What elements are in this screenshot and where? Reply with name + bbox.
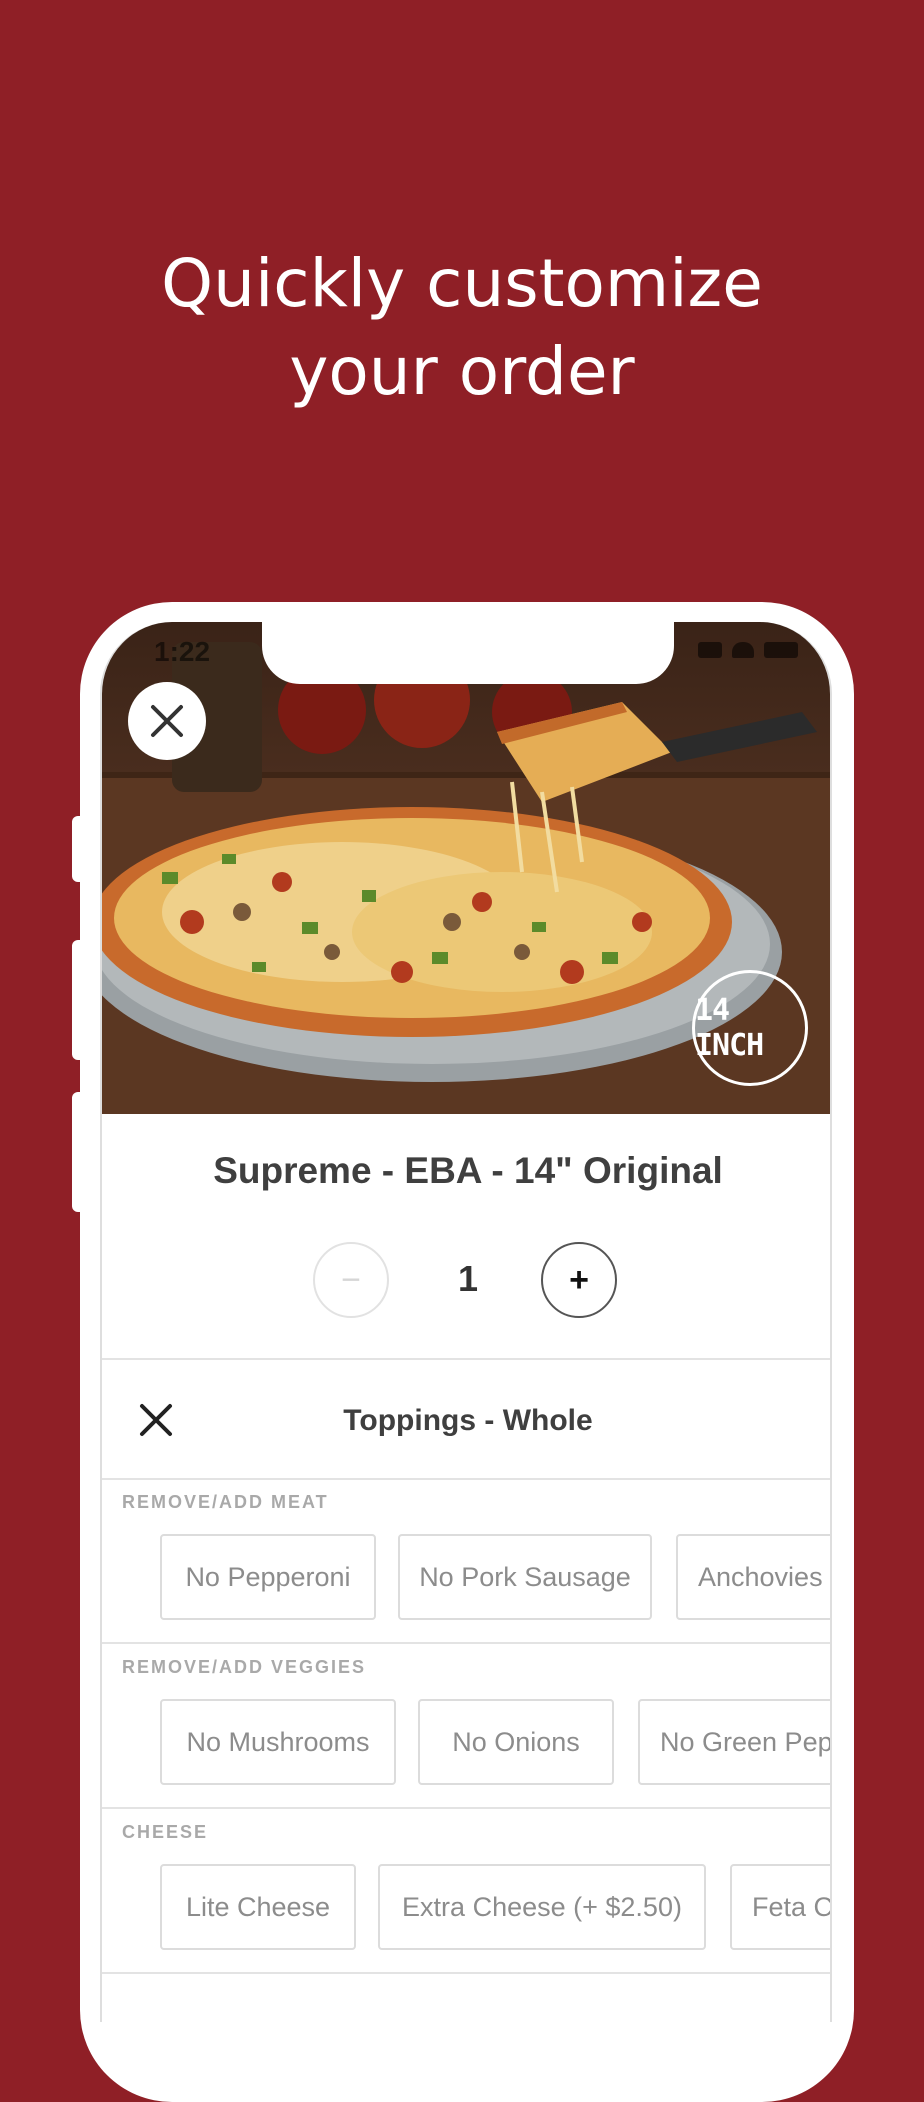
phone-notch	[262, 622, 674, 684]
divider	[102, 1642, 830, 1644]
quantity-value: 1	[457, 1258, 479, 1299]
option-chip[interactable]: No Green Pep	[638, 1699, 830, 1785]
option-chip[interactable]: Extra Cheese (+ $2.50)	[378, 1864, 706, 1950]
plus-icon: +	[569, 1260, 589, 1299]
battery-icon	[764, 642, 798, 658]
toppings-section-title: Toppings - Whole	[343, 1404, 593, 1437]
option-chip[interactable]: No Mushrooms	[160, 1699, 396, 1785]
option-chip[interactable]: No Pork Sausage	[398, 1534, 652, 1620]
option-chip[interactable]: No Pepperoni	[160, 1534, 376, 1620]
option-chip[interactable]: Feta C	[730, 1864, 830, 1950]
option-chip[interactable]: Lite Cheese	[160, 1864, 356, 1950]
status-bar-icons	[698, 642, 798, 658]
app-screen: 1:22 14 INCH Supreme - EBA - 14" Origina…	[100, 622, 832, 2022]
divider	[102, 1358, 830, 1360]
phone-volume-down-button	[72, 1092, 84, 1212]
headline-line-1: Quickly customize	[161, 245, 763, 322]
headline-line-2: your order	[289, 333, 635, 410]
phone-side-button	[72, 816, 84, 882]
close-icon	[151, 705, 183, 737]
marketing-headline: Quickly customize your order	[0, 240, 924, 416]
divider	[102, 1478, 830, 1480]
group-label-cheese: CHEESE	[122, 1822, 209, 1842]
option-chip[interactable]: No Onions	[418, 1699, 614, 1785]
divider	[102, 1807, 830, 1809]
wifi-icon	[732, 642, 754, 658]
product-title: Supreme - EBA - 14" Original	[213, 1150, 723, 1191]
group-label-veggies: REMOVE/ADD VEGGIES	[122, 1657, 367, 1677]
product-photo: 1:22 14 INCH	[102, 622, 830, 1114]
option-chip[interactable]: Anchovies	[676, 1534, 830, 1620]
increase-quantity-button[interactable]: +	[541, 1242, 617, 1318]
status-bar-time: 1:22	[154, 636, 211, 667]
divider	[102, 1972, 830, 1974]
minus-icon: −	[341, 1260, 361, 1299]
signal-icon	[698, 642, 722, 658]
group-label-meat: REMOVE/ADD MEAT	[122, 1492, 329, 1512]
close-button[interactable]	[128, 682, 206, 760]
decrease-quantity-button[interactable]: −	[313, 1242, 389, 1318]
size-badge: 14 INCH	[692, 970, 808, 1086]
phone-volume-up-button	[72, 940, 84, 1060]
